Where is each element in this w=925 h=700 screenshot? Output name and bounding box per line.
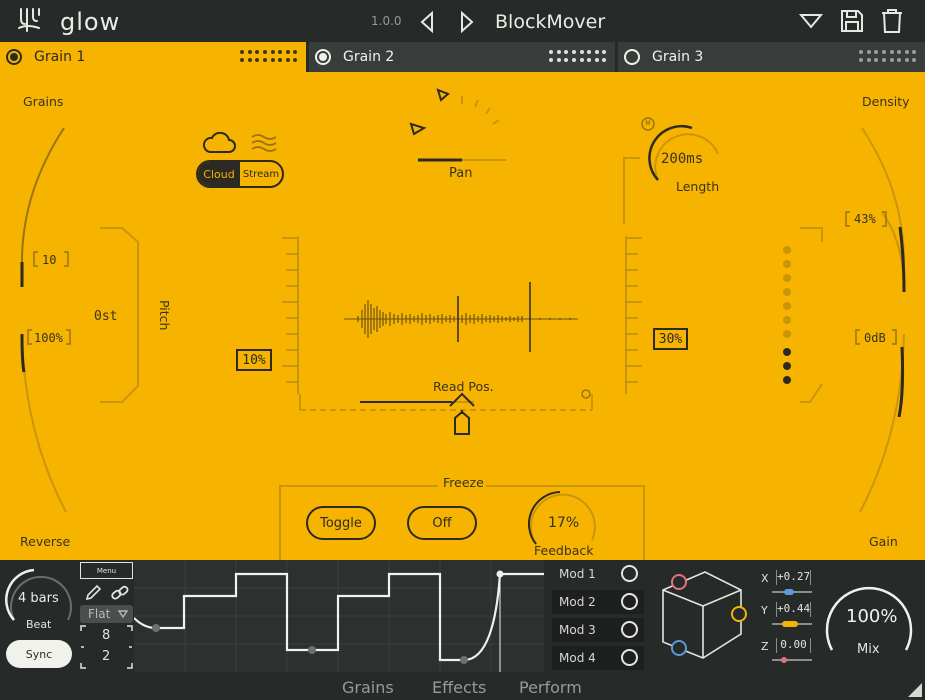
logo-icon: [18, 8, 40, 32]
x-slider[interactable]: [770, 588, 814, 596]
mod-radio-icon[interactable]: [621, 565, 638, 582]
mod-radio-icon[interactable]: [621, 649, 638, 666]
tab-label: Grain 2: [343, 49, 395, 65]
version-label: 1.0.0: [371, 14, 402, 28]
pitch-random-value[interactable]: 10%: [236, 349, 272, 371]
mode-stream-option[interactable]: Stream: [240, 162, 282, 186]
tab-radio-icon: [315, 49, 331, 65]
chevron-down-icon: [118, 610, 128, 618]
prev-arrow-icon[interactable]: [418, 11, 436, 33]
app-logo-text: glow: [60, 8, 121, 36]
z-label: Z: [761, 640, 769, 653]
menu-button[interactable]: Menu: [80, 562, 133, 579]
density-dots-slider[interactable]: [782, 242, 794, 386]
grains-random-value[interactable]: 100%: [34, 331, 63, 345]
pencil-icon[interactable]: [84, 584, 102, 602]
grain-editor-panel: Grains 10 100% Reverse Cloud Stream Pan …: [0, 72, 925, 560]
gain-value[interactable]: 0dB: [864, 331, 886, 345]
mix-label: Mix: [857, 642, 880, 657]
stream-icon: [251, 134, 277, 152]
preset-name[interactable]: BlockMover: [495, 11, 605, 33]
read-pos-handle[interactable]: [452, 408, 472, 436]
pitch-label: Pitch: [157, 300, 172, 331]
length-value[interactable]: 200ms: [661, 151, 703, 167]
footer-nav: Grains Effects Perform: [0, 672, 925, 700]
spray-value[interactable]: 30%: [653, 328, 688, 350]
dropdown-icon[interactable]: [799, 12, 823, 30]
grains-label: Grains: [23, 94, 64, 109]
length-mod-badge[interactable]: M: [642, 120, 654, 130]
next-arrow-icon[interactable]: [458, 11, 476, 33]
x-label: X: [761, 572, 769, 585]
top-bar: glow 1.0.0 BlockMover: [0, 0, 925, 42]
read-pos-slider[interactable]: [358, 388, 478, 408]
density-value[interactable]: 43%: [854, 212, 876, 226]
freeze-state-button[interactable]: Off: [407, 506, 477, 540]
reverse-label: Reverse: [20, 534, 71, 549]
modulation-panel: 4 bars Beat Sync Menu Flat 8 2 Mod 1 Mod…: [0, 560, 925, 672]
y-slider[interactable]: [770, 620, 814, 628]
pan-label: Pan: [449, 166, 473, 181]
mod-radio-icon[interactable]: [621, 621, 638, 638]
bars-value: 4 bars: [18, 591, 59, 606]
mod-label: Mod 4: [559, 651, 596, 665]
curve-select[interactable]: Flat: [80, 605, 133, 623]
tab-label: Grain 1: [34, 49, 86, 65]
save-icon[interactable]: [839, 8, 865, 34]
trash-icon[interactable]: [880, 8, 904, 34]
grain-dots-icon: [240, 50, 298, 64]
x-value[interactable]: +0.27: [776, 570, 811, 585]
mod-label: Mod 2: [559, 595, 596, 609]
mod-row-2[interactable]: Mod 2: [552, 590, 644, 614]
mix-value: 100%: [846, 606, 898, 627]
xyz-cube[interactable]: [655, 566, 755, 662]
feedback-label: Feedback: [534, 543, 594, 558]
sync-button[interactable]: Sync: [6, 640, 72, 668]
nav-effects[interactable]: Effects: [432, 678, 486, 697]
nav-grains[interactable]: Grains: [342, 678, 394, 697]
tab-radio-icon: [6, 49, 22, 65]
length-label: Length: [676, 179, 720, 194]
density-label: Density: [862, 94, 910, 109]
y-value[interactable]: +0.44: [776, 602, 811, 617]
mod-radio-icon[interactable]: [621, 593, 638, 610]
mode-switch[interactable]: Cloud Stream: [196, 160, 284, 188]
grain-tabs: Grain 1 Grain 2 Grain 3: [0, 42, 925, 72]
z-slider[interactable]: [770, 656, 814, 664]
step-selector[interactable]: 8 2: [80, 625, 133, 669]
grains-value[interactable]: 10: [42, 253, 56, 267]
step-bottom-value: 2: [102, 649, 111, 664]
tab-grain-3[interactable]: Grain 3: [618, 42, 925, 72]
z-value[interactable]: 0.00: [776, 638, 811, 653]
pitch-value[interactable]: 0st: [94, 309, 117, 324]
resize-grip-icon[interactable]: [907, 682, 923, 698]
step-top-value: 8: [102, 628, 111, 643]
mod-row-1[interactable]: Mod 1: [552, 562, 644, 586]
grain-dots-icon: [549, 50, 607, 64]
pan-control[interactable]: [412, 84, 508, 164]
freeze-toggle-button[interactable]: Toggle: [306, 506, 376, 540]
mode-cloud-option[interactable]: Cloud: [198, 162, 240, 186]
lfo-curve-editor[interactable]: [134, 560, 544, 672]
mod-row-4[interactable]: Mod 4: [552, 646, 644, 670]
beat-label: Beat: [26, 618, 52, 631]
grain-dots-icon: [859, 50, 917, 64]
curve-select-value: Flat: [88, 607, 111, 621]
freeze-label: Freeze: [443, 475, 484, 490]
tab-grain-1[interactable]: Grain 1: [0, 42, 306, 72]
nav-perform[interactable]: Perform: [519, 678, 582, 697]
cloud-icon: [202, 132, 236, 153]
mod-label: Mod 3: [559, 623, 596, 637]
link-icon[interactable]: [110, 584, 130, 602]
feedback-value[interactable]: 17%: [548, 515, 579, 531]
tab-radio-icon: [624, 49, 640, 65]
mod-row-3[interactable]: Mod 3: [552, 618, 644, 642]
gain-label: Gain: [869, 534, 898, 549]
tab-label: Grain 3: [652, 49, 704, 65]
tab-grain-2[interactable]: Grain 2: [309, 42, 615, 72]
y-label: Y: [761, 604, 768, 617]
mod-label: Mod 1: [559, 567, 596, 581]
